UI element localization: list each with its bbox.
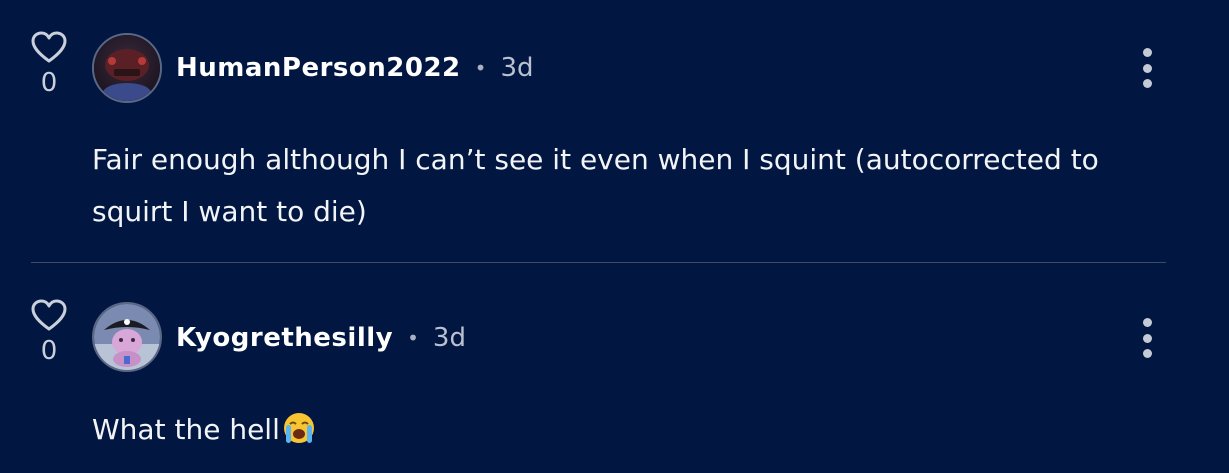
heart-icon[interactable] (30, 298, 68, 332)
separator-dot: • (407, 326, 419, 350)
crying-face-icon (282, 410, 316, 462)
like-count: 0 (40, 336, 58, 366)
avatar[interactable] (92, 33, 162, 103)
comment-meta: Kyogrethesilly • 3d (176, 318, 466, 358)
comment-meta: HumanPerson2022 • 3d (176, 48, 533, 88)
timestamp: 3d (432, 323, 466, 353)
timestamp: 3d (500, 53, 534, 83)
like-count: 0 (40, 68, 58, 98)
heart-icon[interactable] (30, 30, 68, 64)
more-options-icon[interactable] (1134, 318, 1160, 358)
avatar[interactable] (92, 302, 162, 372)
comment-text: What the hell (92, 413, 280, 446)
comment-divider (31, 262, 1166, 263)
comment-text: Fair enough although I can’t see it even… (92, 143, 1099, 228)
comment-text-container: What the hell (92, 404, 1152, 462)
like-control: 0 (28, 30, 70, 98)
like-control: 0 (28, 298, 70, 366)
separator-dot: • (474, 56, 487, 80)
username[interactable]: Kyogrethesilly (176, 323, 393, 353)
more-options-icon[interactable] (1134, 48, 1160, 88)
username[interactable]: HumanPerson2022 (176, 53, 461, 83)
